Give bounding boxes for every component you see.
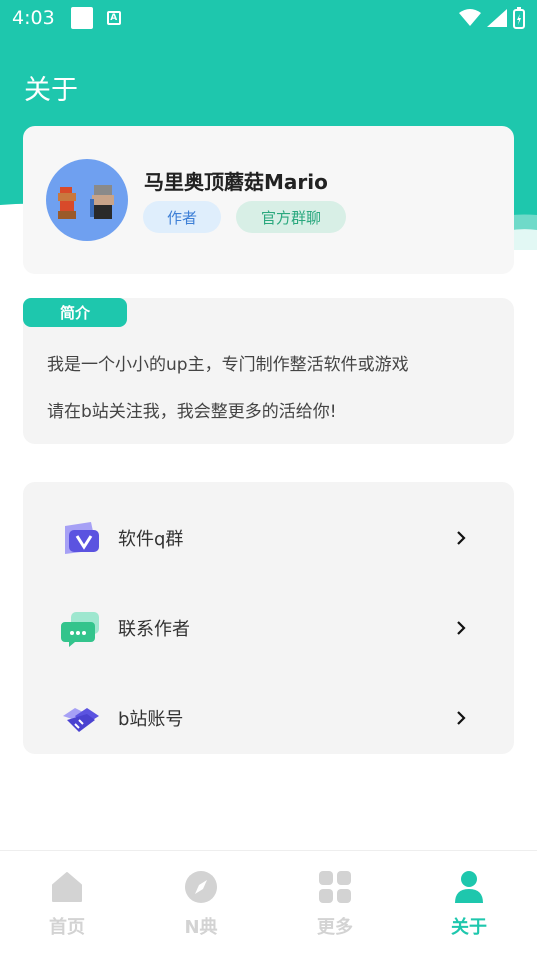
profile-card: 马里奥顶蘑菇Mario 作者 官方群聊 — [23, 126, 514, 274]
menu-item-label: 联系作者 — [118, 619, 190, 640]
page-title: 关于 — [24, 75, 78, 106]
menu-item-contact-author[interactable]: 联系作者 — [23, 583, 514, 673]
intro-badge: 简介 — [23, 298, 127, 327]
wifi-icon — [459, 9, 481, 26]
intro-card: 简介 我是一个小小的up主，专门制作整活软件或游戏 请在b站关注我，我会整更多的… — [23, 298, 514, 444]
menu-item-label: 软件q群 — [118, 529, 184, 550]
nav-label-home: 首页 — [49, 917, 85, 938]
profile-name: 马里奥顶蘑菇Mario — [144, 170, 328, 194]
menu-item-bilibili-account[interactable]: b站账号 — [23, 673, 514, 763]
nav-label-ndian: N典 — [184, 917, 218, 938]
v-badge-icon — [65, 522, 99, 554]
signal-icon — [487, 9, 507, 27]
menu-item-label: b站账号 — [118, 709, 184, 730]
nav-item-home[interactable]: 首页 — [0, 851, 134, 956]
home-icon — [52, 872, 82, 902]
status-time: 4:03 — [12, 7, 55, 29]
avatar — [46, 159, 128, 241]
nav-item-more[interactable]: 更多 — [268, 851, 402, 956]
battery-icon — [513, 7, 525, 29]
bottom-nav: 首页 N典 更多 关于 — [0, 850, 537, 956]
notification-icon — [70, 7, 93, 29]
intro-line-1: 我是一个小小的up主，专门制作整活软件或游戏 — [47, 355, 409, 375]
handshake-icon — [63, 708, 99, 732]
status-bar: 4:03 A — [0, 0, 537, 36]
chevron-right-icon — [457, 531, 466, 545]
menu-item-qq-group[interactable]: 软件q群 — [23, 493, 514, 583]
author-tag: 作者 — [143, 201, 221, 233]
nav-item-about[interactable]: 关于 — [402, 851, 536, 956]
official-group-tag[interactable]: 官方群聊 — [236, 201, 346, 233]
chevron-right-icon — [457, 711, 466, 725]
nav-label-more: 更多 — [317, 917, 353, 938]
chevron-right-icon — [457, 621, 466, 635]
app-notification-icon: A — [106, 11, 121, 25]
nav-label-about: 关于 — [451, 917, 487, 938]
grid-icon — [319, 871, 351, 903]
nav-item-ndian[interactable]: N典 — [134, 851, 268, 956]
person-icon — [455, 871, 483, 903]
menu-card: 软件q群 联系作者 b站账号 — [23, 482, 514, 754]
chat-bubble-icon — [61, 612, 99, 647]
intro-line-2: 请在b站关注我，我会整更多的活给你! — [47, 402, 337, 422]
compass-icon — [185, 871, 217, 903]
